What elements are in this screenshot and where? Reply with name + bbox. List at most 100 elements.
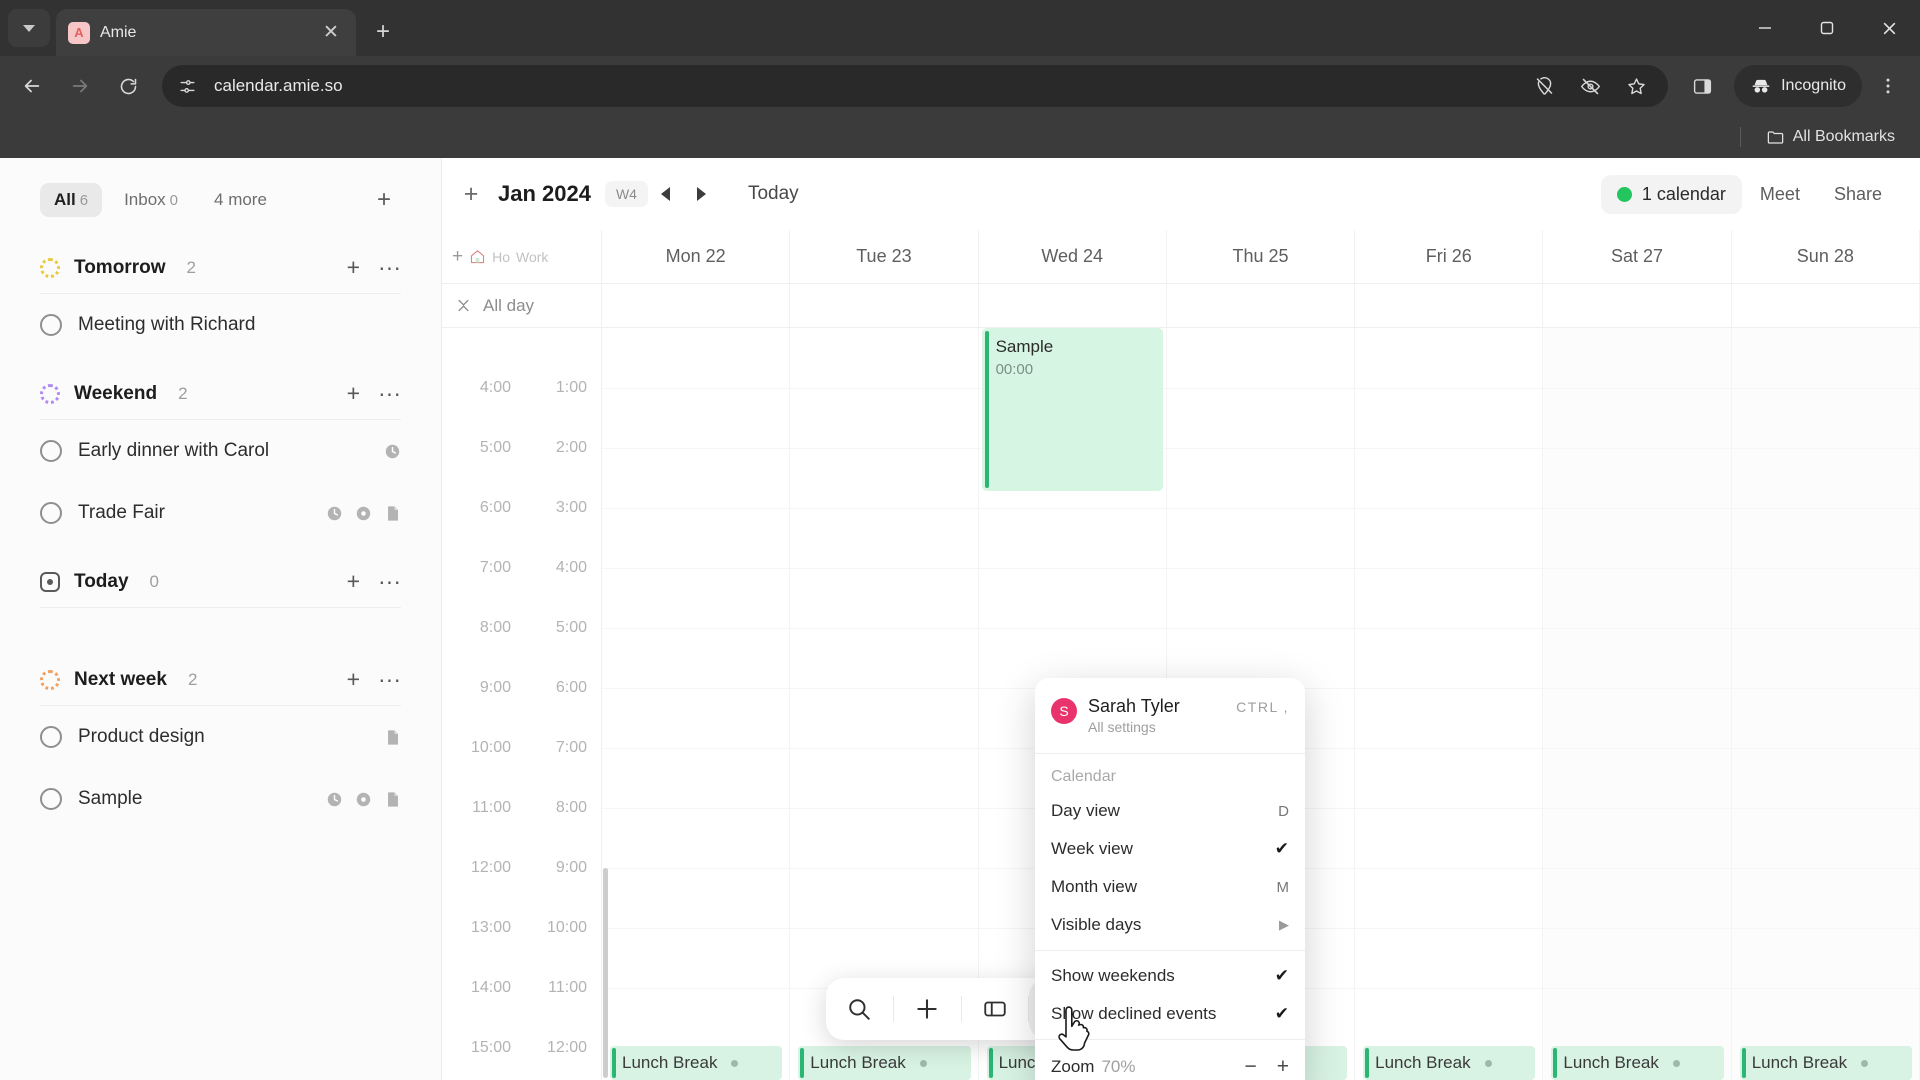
day-header-thu[interactable]: Thu 25: [1167, 230, 1356, 283]
bookmark-star-icon[interactable]: [1614, 64, 1658, 108]
task-checkbox[interactable]: [40, 502, 62, 524]
share-button[interactable]: Share: [1818, 175, 1898, 214]
calendar-add-button[interactable]: +: [454, 177, 488, 211]
day-header-fri[interactable]: Fri 26: [1355, 230, 1544, 283]
task-item[interactable]: Early dinner with Carol: [40, 420, 401, 482]
side-panel-icon[interactable]: [1680, 64, 1724, 108]
group-more-icon[interactable]: ···: [378, 382, 401, 405]
close-icon[interactable]: ✕: [318, 20, 344, 46]
collapse-icon[interactable]: [456, 298, 471, 313]
back-icon[interactable]: [10, 64, 54, 108]
new-tab-button[interactable]: +: [364, 13, 402, 51]
group-more-icon[interactable]: ···: [378, 256, 401, 279]
time-row: 8:00 5:00: [442, 598, 601, 658]
calendar-scrollbar[interactable]: [603, 868, 608, 1078]
all-day-cell[interactable]: [1167, 284, 1356, 327]
add-icon[interactable]: [894, 978, 961, 1040]
day-header-mon[interactable]: Mon 22: [602, 230, 791, 283]
group-header[interactable]: Next week 2 + ···: [40, 668, 401, 706]
all-day-cell[interactable]: [1543, 284, 1732, 327]
site-settings-icon[interactable]: [170, 69, 204, 103]
day-column-sat[interactable]: [1543, 328, 1732, 1080]
timezone-work-label[interactable]: Work: [516, 249, 548, 265]
maximize-button[interactable]: [1796, 0, 1858, 56]
task-checkbox[interactable]: [40, 440, 62, 462]
calendar-event-sample[interactable]: Sample 00:00: [981, 328, 1163, 491]
calendar-event-lunch-break[interactable]: Lunch Break: [1739, 1046, 1912, 1080]
calendar-event-lunch-break[interactable]: Lunch Break: [610, 1046, 783, 1080]
add-timezone-icon[interactable]: +: [452, 246, 463, 268]
add-task-button[interactable]: +: [367, 183, 401, 217]
group-header[interactable]: Today 0 + ···: [40, 570, 401, 608]
window-close-button[interactable]: [1858, 0, 1920, 56]
day-header-sun[interactable]: Sun 28: [1732, 230, 1920, 283]
group-header[interactable]: Weekend 2 + ···: [40, 382, 401, 420]
zoom-out-button[interactable]: −: [1244, 1056, 1256, 1077]
day-column-mon[interactable]: [602, 328, 791, 1080]
meet-button[interactable]: Meet: [1744, 175, 1816, 214]
tab-search-button[interactable]: [8, 9, 50, 47]
incognito-indicator[interactable]: Incognito: [1734, 65, 1862, 107]
address-bar[interactable]: calendar.amie.so: [162, 64, 1669, 108]
location-blocked-icon[interactable]: [1522, 64, 1566, 108]
minimize-button[interactable]: [1734, 0, 1796, 56]
all-bookmarks-button[interactable]: All Bookmarks: [1757, 123, 1904, 152]
time-primary: 13:00: [470, 919, 511, 936]
time-primary: 14:00: [470, 979, 511, 996]
all-day-cell[interactable]: [602, 284, 791, 327]
menu-item-show-weekends[interactable]: Show weekends ✔: [1035, 957, 1305, 995]
week-number-badge[interactable]: W4: [604, 181, 648, 207]
search-icon[interactable]: [826, 978, 893, 1040]
task-item[interactable]: Product design: [40, 706, 401, 768]
group-more-icon[interactable]: ···: [378, 668, 401, 691]
hide-icon[interactable]: [1568, 64, 1612, 108]
zoom-in-button[interactable]: +: [1277, 1056, 1289, 1077]
all-day-cell[interactable]: [1732, 284, 1920, 327]
task-item[interactable]: Sample: [40, 768, 401, 830]
panel-icon[interactable]: [962, 978, 1029, 1040]
day-header-tue[interactable]: Tue 23: [790, 230, 979, 283]
sidebar-tab-inbox[interactable]: Inbox 0: [110, 183, 192, 217]
repeat-icon: [355, 791, 372, 808]
reload-icon[interactable]: [106, 64, 150, 108]
timezone-home-label[interactable]: Ho: [492, 249, 510, 265]
chevron-left-icon[interactable]: [648, 176, 684, 212]
group-more-icon[interactable]: ···: [378, 570, 401, 593]
task-checkbox[interactable]: [40, 314, 62, 336]
group-add-icon[interactable]: +: [347, 256, 360, 279]
chevron-right-icon[interactable]: [684, 176, 720, 212]
calendar-event-lunch-break[interactable]: Lunch Break: [798, 1046, 971, 1080]
browser-tab-amie[interactable]: A Amie ✕: [56, 9, 356, 56]
menu-item-week-view[interactable]: Week view ✔: [1035, 830, 1305, 868]
group-add-icon[interactable]: +: [347, 382, 360, 405]
menu-item-show-declined-events[interactable]: Show declined events ✔: [1035, 995, 1305, 1033]
menu-item-visible-days[interactable]: Visible days ▶: [1035, 906, 1305, 944]
all-day-cell[interactable]: [1355, 284, 1544, 327]
today-button[interactable]: Today: [738, 177, 809, 211]
all-day-cell[interactable]: [790, 284, 979, 327]
chrome-menu-icon[interactable]: [1866, 64, 1910, 108]
day-header-wed[interactable]: Wed 24: [979, 230, 1167, 283]
group-add-icon[interactable]: +: [347, 570, 360, 593]
calendar-event-lunch-break[interactable]: Lunch Break: [1363, 1046, 1536, 1080]
calendar-selector-button[interactable]: 1 calendar: [1600, 174, 1742, 214]
day-column-tue[interactable]: [790, 328, 979, 1080]
day-header-sat[interactable]: Sat 27: [1543, 230, 1732, 283]
event-title: Lunch Break: [810, 1053, 906, 1072]
task-item[interactable]: Trade Fair: [40, 482, 401, 544]
day-column-fri[interactable]: [1355, 328, 1544, 1080]
forward-icon[interactable]: [58, 64, 102, 108]
menu-item-month-view[interactable]: Month view M: [1035, 868, 1305, 906]
task-item[interactable]: Meeting with Richard: [40, 294, 401, 356]
menu-user-row[interactable]: S Sarah Tyler All settings CTRL ,: [1035, 686, 1305, 747]
task-checkbox[interactable]: [40, 788, 62, 810]
group-add-icon[interactable]: +: [347, 668, 360, 691]
task-checkbox[interactable]: [40, 726, 62, 748]
all-day-cell[interactable]: [979, 284, 1167, 327]
sidebar-tab-all[interactable]: All 6: [40, 183, 103, 217]
group-header[interactable]: Tomorrow 2 + ···: [40, 256, 401, 294]
day-column-sun[interactable]: [1731, 328, 1920, 1080]
sidebar-tab-more[interactable]: 4 more: [200, 183, 281, 217]
calendar-event-lunch-break[interactable]: Lunch Break: [1551, 1046, 1724, 1080]
menu-item-day-view[interactable]: Day view D: [1035, 792, 1305, 830]
